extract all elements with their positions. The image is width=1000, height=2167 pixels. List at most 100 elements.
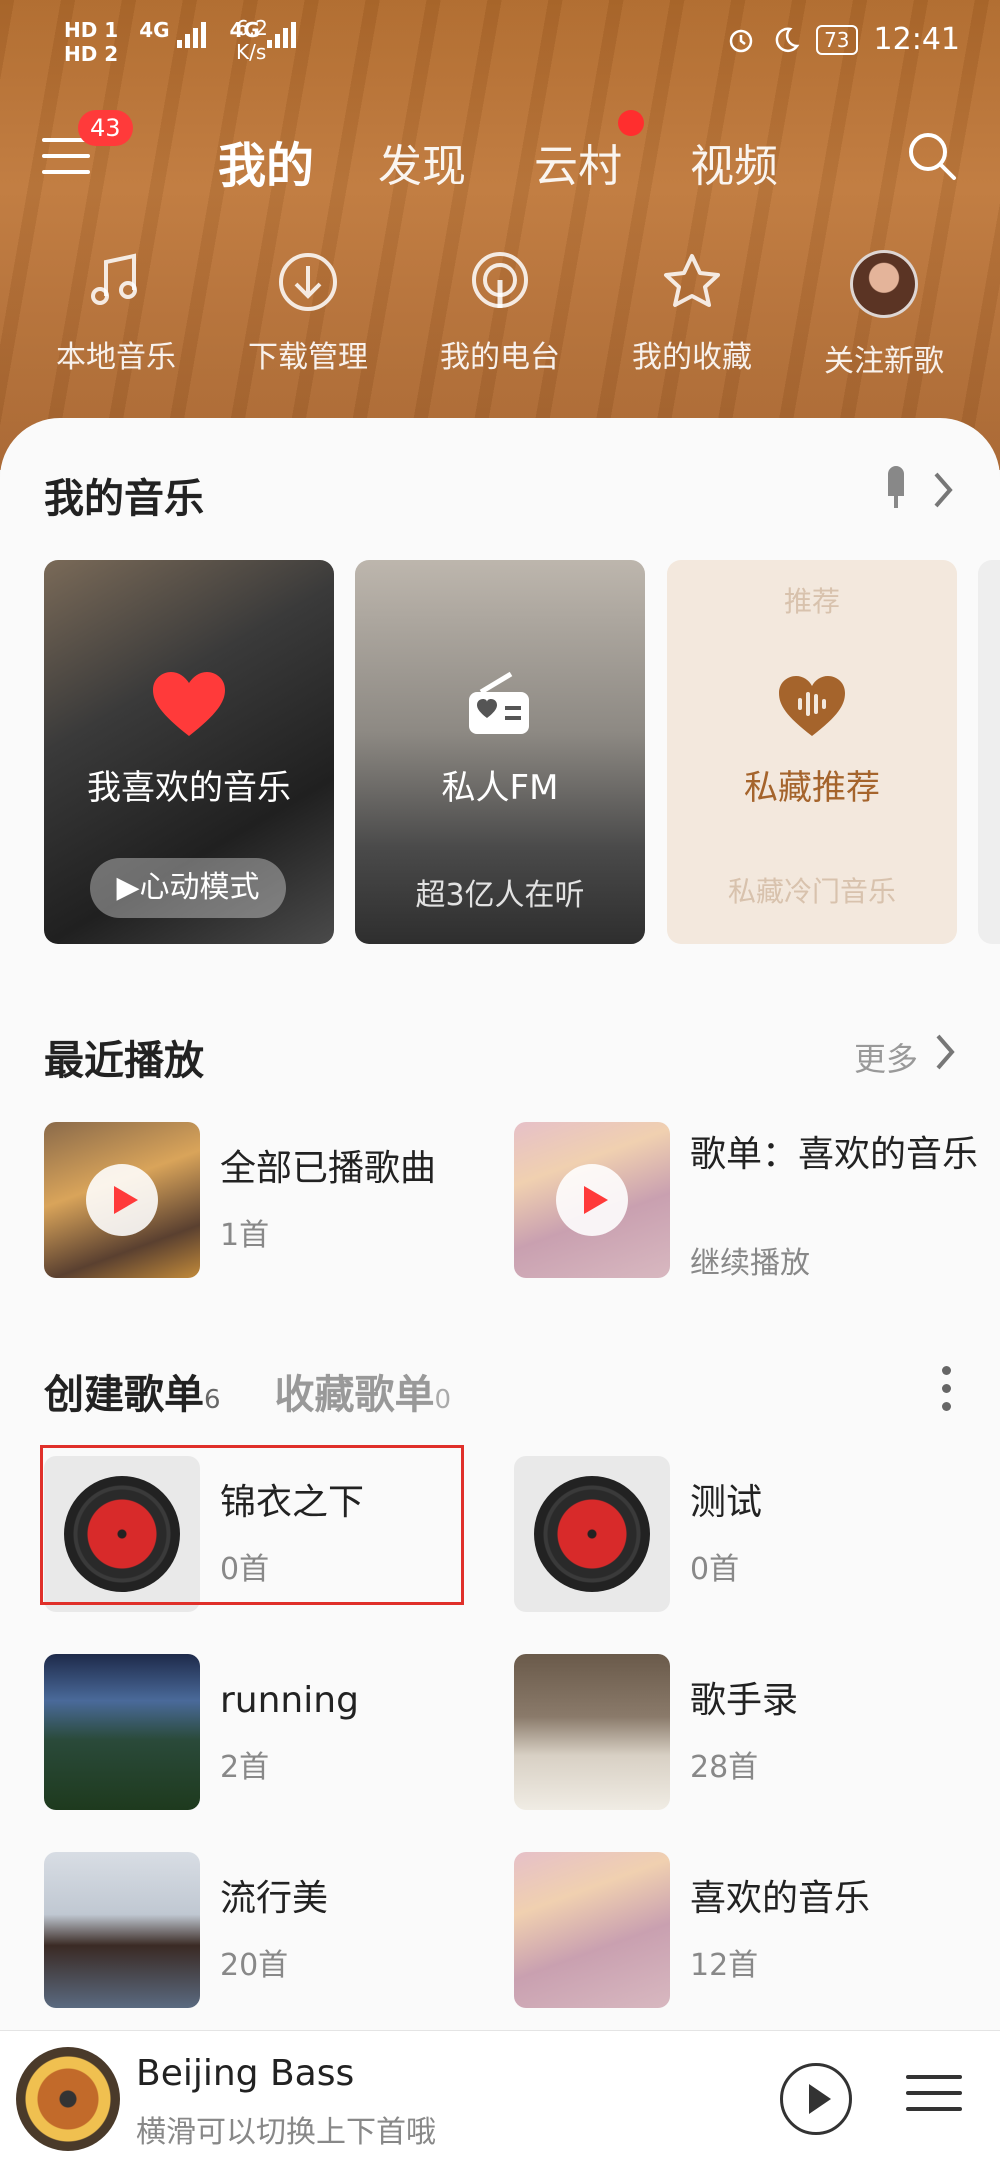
- cover-image: [514, 1456, 670, 1612]
- cover-image: [514, 1852, 670, 2008]
- podcast-icon: [472, 252, 528, 308]
- card-subtitle: 私藏冷门音乐: [727, 875, 896, 908]
- item-name: 测试: [690, 1482, 763, 1523]
- status-right: 73 12:41: [726, 22, 960, 57]
- more-options-icon[interactable]: [942, 1366, 954, 1412]
- chevron-right-icon[interactable]: [934, 1032, 958, 1072]
- menu-icon[interactable]: [42, 138, 92, 178]
- hd2-label: HD 2: [64, 42, 119, 66]
- card-liked-music[interactable]: 我喜欢的音乐 ▶心动模式: [44, 560, 334, 944]
- shortcut-label: 本地音乐: [56, 340, 176, 375]
- heartbeat-mode-button[interactable]: ▶心动模式: [90, 858, 286, 918]
- popsicle-icon[interactable]: [882, 466, 910, 510]
- heartbeat-mode-label: 心动模式: [139, 870, 260, 905]
- tab-favorite-playlists[interactable]: 收藏歌单0: [274, 1372, 451, 1418]
- playlist-item[interactable]: 喜欢的音乐 12首: [514, 1852, 974, 2008]
- heart-icon: [153, 672, 225, 736]
- shortcut-radio[interactable]: 我的电台: [410, 250, 590, 376]
- item-count: 2首: [220, 1750, 270, 1785]
- tab-mine[interactable]: 我的: [218, 126, 314, 196]
- item-count: 12首: [690, 1948, 759, 1983]
- shortcut-label: 下载管理: [248, 340, 368, 375]
- tab-created-playlists[interactable]: 创建歌单6: [44, 1372, 221, 1418]
- card-personal-fm[interactable]: 私人FM 超3亿人在听: [355, 560, 645, 944]
- item-name: running: [220, 1680, 359, 1721]
- fav-label: 收藏歌单: [274, 1372, 435, 1418]
- cover-image: [514, 1654, 670, 1810]
- card-subtitle: 超3亿人在听: [415, 878, 585, 913]
- fav-count: 0: [434, 1385, 452, 1415]
- net-label-1: 4G: [139, 18, 170, 42]
- play-icon[interactable]: [556, 1164, 628, 1236]
- play-button[interactable]: [780, 2063, 852, 2135]
- star-icon: [664, 254, 720, 307]
- shortcut-downloads[interactable]: 下载管理: [218, 250, 398, 376]
- item-name: 流行美: [220, 1878, 329, 1919]
- playlist-item[interactable]: 歌手录 28首: [514, 1654, 974, 1810]
- card-top-label: 推荐: [783, 585, 840, 618]
- playlist-icon[interactable]: [906, 2075, 962, 2123]
- playlist-item[interactable]: 测试 0首: [514, 1456, 974, 1612]
- shortcut-new-songs[interactable]: 关注新歌: [794, 250, 974, 380]
- signal-bars-icon: [266, 22, 299, 48]
- battery-level: 73: [816, 24, 858, 55]
- heart-wave-icon: [779, 676, 845, 736]
- item-name: 喜欢的音乐: [690, 1878, 871, 1919]
- signal-1: 4G: [139, 18, 208, 48]
- more-link[interactable]: 更多: [854, 1034, 918, 1080]
- tab-community[interactable]: 云村: [534, 130, 622, 194]
- shortcut-label: 我的电台: [440, 340, 560, 375]
- tab-discover[interactable]: 发现: [378, 130, 466, 194]
- item-count: 28首: [690, 1750, 759, 1785]
- item-count: 0首: [690, 1552, 740, 1587]
- recent-item-liked-playlist[interactable]: 歌单：喜欢的音乐 继续播放: [514, 1122, 978, 1281]
- shortcut-row: 本地音乐 下载管理 我的电台 我的收藏 关注新歌: [0, 250, 1000, 380]
- speed-unit: K/s: [236, 40, 267, 64]
- speed-value: 6.2: [236, 16, 268, 40]
- recent-item-all-played[interactable]: 全部已播歌曲 1首: [44, 1122, 504, 1278]
- shortcut-favorites[interactable]: 我的收藏: [602, 250, 782, 376]
- card-title: 我喜欢的音乐: [87, 768, 291, 808]
- item-name: 全部已播歌曲: [220, 1148, 437, 1189]
- chevron-right-icon[interactable]: [932, 470, 956, 510]
- item-count: 20首: [220, 1948, 289, 1983]
- shortcut-label: 我的收藏: [632, 340, 752, 375]
- network-speed: 6.2 K/s: [236, 16, 268, 64]
- card-title: 私藏推荐: [744, 768, 880, 808]
- item-count: 1首: [220, 1218, 270, 1253]
- search-icon[interactable]: [906, 130, 958, 182]
- avatar: [850, 250, 918, 318]
- download-icon: [279, 253, 337, 311]
- player-title: Beijing Bass: [136, 2053, 355, 2094]
- clock: 12:41: [873, 22, 960, 57]
- playlist-tabs: 创建歌单6 收藏歌单0: [44, 1362, 451, 1420]
- mini-player[interactable]: Beijing Bass 横滑可以切换上下首哦: [0, 2030, 1000, 2167]
- cover-image: [514, 1122, 670, 1278]
- cover-image: [44, 1852, 200, 2008]
- card-next-peek[interactable]: [978, 560, 1000, 944]
- section-title-recent: 最近播放: [44, 1038, 204, 1084]
- radio-icon: [469, 671, 529, 734]
- highlight-box: [40, 1445, 464, 1605]
- created-label: 创建歌单: [44, 1372, 204, 1418]
- signal-indicators: HD 1 HD 2 4G 4G: [64, 18, 313, 66]
- shortcut-local-music[interactable]: 本地音乐: [26, 250, 206, 376]
- moon-icon: [775, 27, 800, 52]
- signal-bars-icon: [176, 22, 209, 48]
- tab-video[interactable]: 视频: [690, 130, 778, 194]
- top-nav: 43 我的 发现 云村 视频: [0, 110, 1000, 200]
- hd-labels: HD 1 HD 2: [64, 18, 118, 66]
- playlist-item[interactable]: 流行美 20首: [44, 1852, 504, 2008]
- vinyl-icon: [534, 1476, 650, 1592]
- created-count: 6: [204, 1385, 221, 1415]
- item-count: 继续播放: [690, 1246, 810, 1281]
- playlist-item[interactable]: running 2首: [44, 1654, 504, 1810]
- section-title-my-music: 我的音乐: [44, 476, 204, 522]
- play-icon[interactable]: [86, 1164, 158, 1236]
- player-subtitle: 横滑可以切换上下首哦: [136, 2115, 436, 2150]
- card-recommend[interactable]: 推荐 私藏推荐 私藏冷门音乐: [667, 560, 957, 944]
- shortcut-label: 关注新歌: [824, 344, 944, 379]
- album-art[interactable]: [16, 2047, 120, 2151]
- music-note-icon: [91, 253, 137, 305]
- community-dot: [618, 110, 644, 136]
